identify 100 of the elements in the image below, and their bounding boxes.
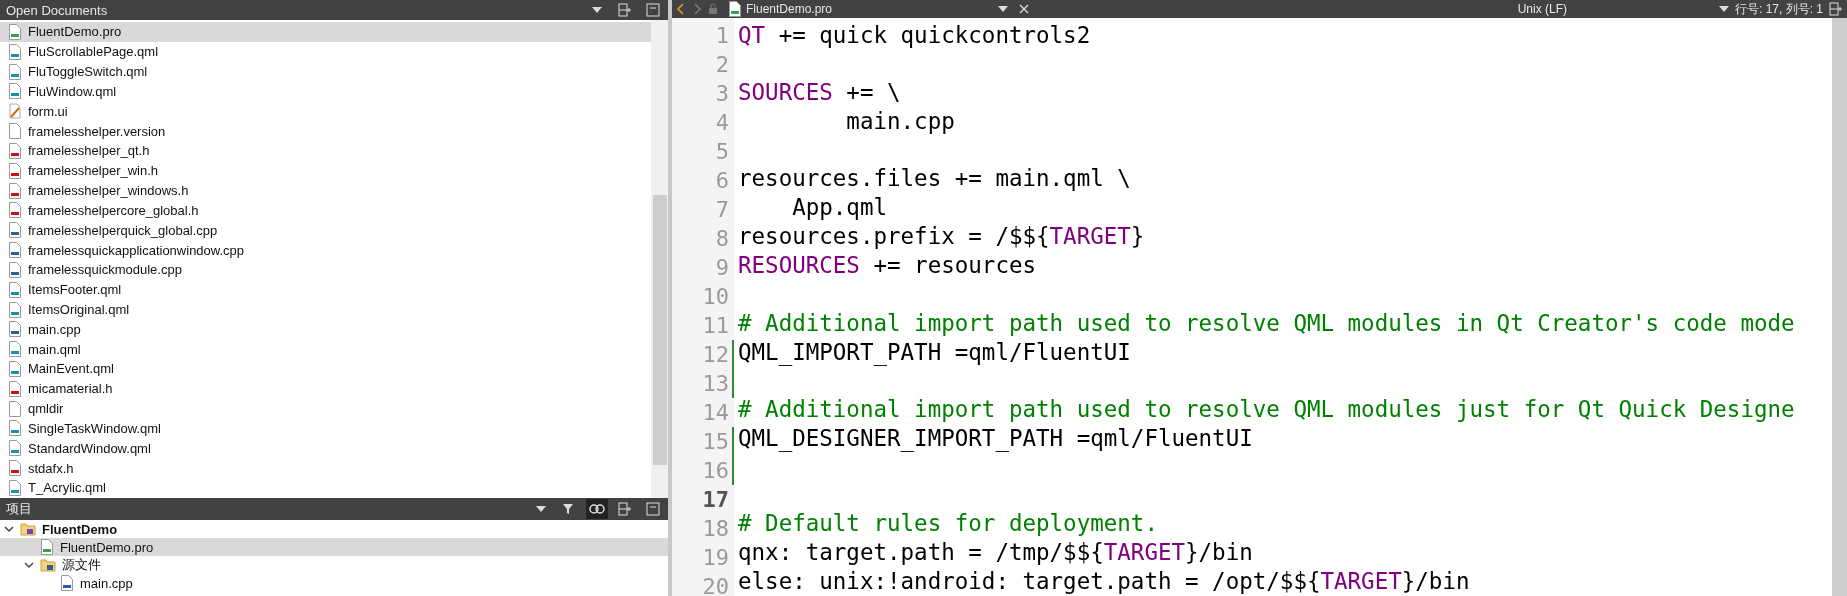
document-item[interactable]: ItemsOriginal.qml <box>0 299 651 320</box>
line-number: 16 <box>672 456 734 485</box>
line-number: 2 <box>714 51 730 79</box>
file-selector[interactable]: FluentDemo.pro <box>724 1 1012 17</box>
line-number: 5 <box>714 138 730 166</box>
file-icon <box>8 123 22 140</box>
document-item[interactable]: framelesshelper_qt.h <box>0 140 651 161</box>
document-item[interactable]: main.cpp <box>0 319 651 340</box>
document-item[interactable]: framelessquickmodule.cpp <box>0 259 651 280</box>
document-item[interactable]: FluToggleSwitch.qml <box>0 61 651 82</box>
line-number: 1 <box>714 22 730 50</box>
line-number: 8 <box>714 225 730 253</box>
scrollbar[interactable] <box>1832 18 1847 596</box>
expand-caret-icon[interactable] <box>24 560 34 570</box>
file-icon <box>8 361 22 377</box>
line-number: 6 <box>714 167 730 195</box>
panel-title: 项目 <box>6 500 33 518</box>
file-icon <box>8 440 22 457</box>
close-icon[interactable] <box>1018 3 1030 15</box>
file-icon <box>8 261 22 278</box>
document-item[interactable]: framelesshelper_windows.h <box>0 180 651 201</box>
line-number: 7 <box>714 196 730 224</box>
document-item[interactable]: T_Acrylic.qml <box>0 478 651 498</box>
dropdown-caret-icon[interactable] <box>536 505 546 513</box>
code-line: QML_IMPORT_PATH =qml/FluentUI <box>738 337 1132 367</box>
document-item[interactable]: MainEvent.qml <box>0 359 651 379</box>
tree-item[interactable]: FluentDemo.pro <box>0 538 668 556</box>
code-line: resources.prefix = /$${TARGET} <box>738 222 1146 252</box>
code-line: main.cpp <box>845 107 956 137</box>
document-item[interactable]: FluScrollablePage.qml <box>0 41 651 62</box>
scrollbar-thumb[interactable] <box>652 195 667 465</box>
file-icon <box>8 63 22 80</box>
code-line: # Additional import path used to resolve QML modules in Qt Creator's code mode <box>738 308 1796 338</box>
line-number: 11 <box>701 312 730 340</box>
code-line: QT += quick quickcontrols2 <box>738 21 1092 50</box>
file-icon <box>8 242 22 258</box>
link-button[interactable] <box>586 499 608 519</box>
code-line: App.qml <box>791 193 888 223</box>
dropdown-caret-icon[interactable] <box>592 6 602 14</box>
file-icon <box>8 23 22 40</box>
document-item[interactable]: main.qml <box>0 339 651 360</box>
file-icon <box>8 460 22 477</box>
cursor-position[interactable]: 行号: 17, 列号: 1 <box>1734 0 1823 18</box>
file-icon <box>8 222 22 239</box>
dropdown-caret-icon[interactable] <box>1718 5 1729 13</box>
document-item[interactable]: stdafx.h <box>0 458 651 479</box>
file-icon <box>60 575 74 591</box>
line-number: 15 <box>672 427 734 456</box>
document-item[interactable]: FluWindow.qml <box>0 81 651 102</box>
file-icon <box>8 83 22 100</box>
file-icon <box>8 420 22 437</box>
folder-icon <box>40 557 56 573</box>
line-ending-selector[interactable]: Unix (LF) <box>1517 2 1567 16</box>
scrollbar[interactable] <box>651 20 668 498</box>
pencil-icon <box>8 103 22 120</box>
document-item[interactable]: framelessquickapplicationwindow.cpp <box>0 240 651 260</box>
code-line: QML_DESIGNER_IMPORT_PATH =qml/FluentUI <box>738 423 1254 453</box>
document-item[interactable]: StandardWindow.qml <box>0 438 651 459</box>
code-line: SOURCES += \ <box>738 78 902 108</box>
code-line: else: unix:!android: target.path = /opt/$${TARGET}/bin <box>738 567 1471 596</box>
line-number: 4 <box>714 109 730 137</box>
document-item[interactable]: SingleTaskWindow.qml <box>0 418 651 439</box>
document-item[interactable]: framelesshelpercore_global.h <box>0 200 651 221</box>
file-icon <box>8 479 22 496</box>
line-number: 18 <box>701 515 730 543</box>
line-number: 19 <box>701 544 730 572</box>
document-item[interactable]: framelesshelper.version <box>0 121 651 141</box>
document-item[interactable]: form.ui <box>0 101 651 122</box>
document-item[interactable]: ItemsFooter.qml <box>0 279 651 300</box>
file-icon <box>8 321 22 338</box>
code-line: # Default rules for deployment. <box>738 509 1159 539</box>
document-item[interactable]: FluentDemo.pro <box>0 22 651 42</box>
file-icon <box>8 182 22 199</box>
lock-icon <box>708 3 718 15</box>
document-item[interactable]: micamaterial.h <box>0 378 651 399</box>
document-item[interactable]: framelesshelper_win.h <box>0 160 651 181</box>
line-number: 14 <box>701 399 730 427</box>
expand-caret-icon[interactable] <box>4 524 14 534</box>
line-number: 12 <box>672 340 734 369</box>
file-icon <box>8 400 22 417</box>
file-icon <box>8 380 22 397</box>
code-line: RESOURCES += resources <box>738 251 1038 281</box>
tree-item[interactable]: FluentDemo <box>0 520 668 538</box>
link-icon <box>589 504 605 514</box>
filter-icon <box>562 502 576 516</box>
tree-item[interactable]: main.cpp <box>0 574 668 592</box>
line-number: 3 <box>714 80 730 108</box>
dropdown-caret-icon[interactable] <box>998 5 1008 13</box>
file-icon <box>8 202 22 219</box>
split-icon[interactable] <box>1829 2 1843 16</box>
document-item[interactable]: framelesshelperquick_global.cpp <box>0 220 651 241</box>
tree-item[interactable]: 源文件 <box>0 556 668 574</box>
project-folder-icon <box>20 521 36 537</box>
code-line: # Additional import path used to resolve QML modules just for Qt Quick Designe <box>738 394 1796 424</box>
file-icon <box>8 162 22 179</box>
panel-title: Open Documents <box>6 2 109 18</box>
file-icon <box>8 341 22 358</box>
code-line: qnx: target.path = /tmp/$${TARGET}/bin <box>738 538 1254 568</box>
document-item[interactable]: qmldir <box>0 398 651 419</box>
file-icon <box>8 281 22 298</box>
